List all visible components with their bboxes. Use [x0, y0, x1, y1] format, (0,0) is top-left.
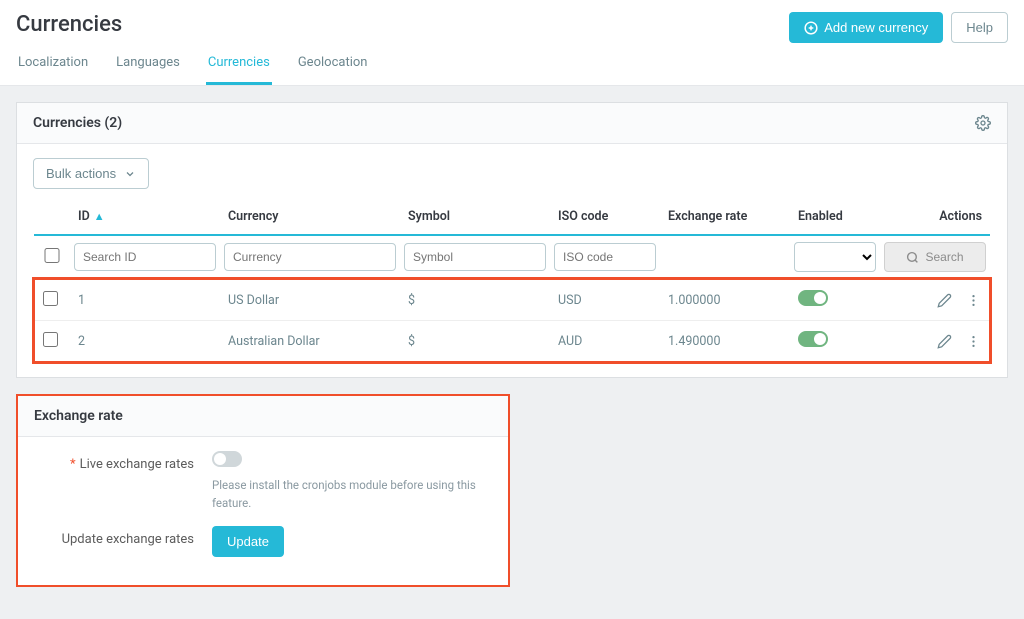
more-icon[interactable]: [966, 293, 981, 308]
col-currency[interactable]: Currency: [220, 199, 400, 235]
filter-symbol-input[interactable]: [404, 243, 546, 271]
cell-rate: 1.490000: [660, 321, 790, 363]
tab-localization[interactable]: Localization: [16, 43, 90, 85]
filter-currency-input[interactable]: [224, 243, 396, 271]
cell-iso: USD: [550, 279, 660, 321]
exchange-rate-card: Exchange rate *Live exchange rates Pleas…: [16, 394, 510, 587]
cell-currency: US Dollar: [220, 279, 400, 321]
sort-asc-icon: ▲: [94, 210, 105, 223]
select-all-checkbox[interactable]: [38, 248, 66, 263]
table-body-highlight: 1 US Dollar $ USD 1.000000 2 Australian …: [34, 279, 990, 362]
row-checkbox[interactable]: [43, 332, 58, 347]
chevron-down-icon: [124, 168, 136, 180]
page-header: Currencies Add new currency Help: [0, 0, 1024, 43]
gear-icon[interactable]: [975, 115, 991, 131]
table-header-row: ID▲ Currency Symbol ISO code Exchange ra…: [34, 199, 990, 235]
table-row[interactable]: 1 US Dollar $ USD 1.000000: [34, 279, 990, 321]
bulk-actions-button[interactable]: Bulk actions: [33, 158, 149, 189]
row-checkbox[interactable]: [43, 291, 58, 306]
col-actions: Actions: [880, 199, 990, 235]
exchange-card-body: *Live exchange rates Please install the …: [18, 437, 508, 585]
cell-id: 2: [70, 321, 220, 363]
enabled-toggle[interactable]: [798, 290, 828, 306]
search-icon: [906, 251, 919, 264]
more-icon[interactable]: [966, 334, 981, 349]
help-button[interactable]: Help: [951, 12, 1008, 43]
live-rates-toggle[interactable]: [212, 451, 242, 467]
cell-iso: AUD: [550, 321, 660, 363]
col-rate[interactable]: Exchange rate: [660, 199, 790, 235]
tab-geolocation[interactable]: Geolocation: [296, 43, 370, 85]
add-btn-label: Add new currency: [824, 20, 928, 35]
enabled-toggle[interactable]: [798, 331, 828, 347]
live-rates-row: *Live exchange rates Please install the …: [34, 451, 492, 512]
live-rates-label: *Live exchange rates: [34, 451, 194, 472]
header-actions: Add new currency Help: [789, 12, 1008, 43]
cell-currency: Australian Dollar: [220, 321, 400, 363]
currencies-card-header: Currencies (2): [17, 103, 1007, 144]
tabs-nav: Localization Languages Currencies Geoloc…: [0, 43, 1024, 86]
currencies-card-body: Bulk actions ID▲ Currency Symbol ISO cod…: [17, 144, 1007, 377]
cell-symbol: $: [400, 279, 550, 321]
search-button[interactable]: Search: [884, 242, 986, 272]
table-row[interactable]: 2 Australian Dollar $ AUD 1.490000: [34, 321, 990, 363]
filter-id-input[interactable]: [74, 243, 216, 271]
edit-icon[interactable]: [937, 334, 952, 349]
update-button[interactable]: Update: [212, 526, 284, 557]
update-rates-label: Update exchange rates: [34, 526, 194, 547]
cell-symbol: $: [400, 321, 550, 363]
exchange-card-title: Exchange rate: [34, 408, 123, 424]
exchange-card-header: Exchange rate: [18, 396, 508, 437]
cell-rate: 1.000000: [660, 279, 790, 321]
content-area: Currencies (2) Bulk actions ID▲ Currency…: [0, 86, 1024, 619]
tab-languages[interactable]: Languages: [114, 43, 182, 85]
plus-circle-icon: [804, 21, 818, 35]
tab-currencies[interactable]: Currencies: [206, 43, 272, 85]
filter-row: Search: [34, 235, 990, 279]
currencies-table: ID▲ Currency Symbol ISO code Exchange ra…: [33, 199, 991, 363]
cell-id: 1: [70, 279, 220, 321]
currencies-card-title: Currencies (2): [33, 115, 122, 131]
filter-iso-input[interactable]: [554, 243, 656, 271]
currencies-card: Currencies (2) Bulk actions ID▲ Currency…: [16, 102, 1008, 378]
col-iso[interactable]: ISO code: [550, 199, 660, 235]
col-enabled[interactable]: Enabled: [790, 199, 880, 235]
edit-icon[interactable]: [937, 293, 952, 308]
page-title: Currencies: [16, 12, 122, 43]
filter-enabled-select[interactable]: [794, 242, 876, 272]
live-rates-help: Please install the cronjobs module befor…: [212, 477, 492, 512]
col-id[interactable]: ID▲: [70, 199, 220, 235]
col-symbol[interactable]: Symbol: [400, 199, 550, 235]
update-rates-row: Update exchange rates Update: [34, 526, 492, 557]
add-new-currency-button[interactable]: Add new currency: [789, 12, 943, 43]
